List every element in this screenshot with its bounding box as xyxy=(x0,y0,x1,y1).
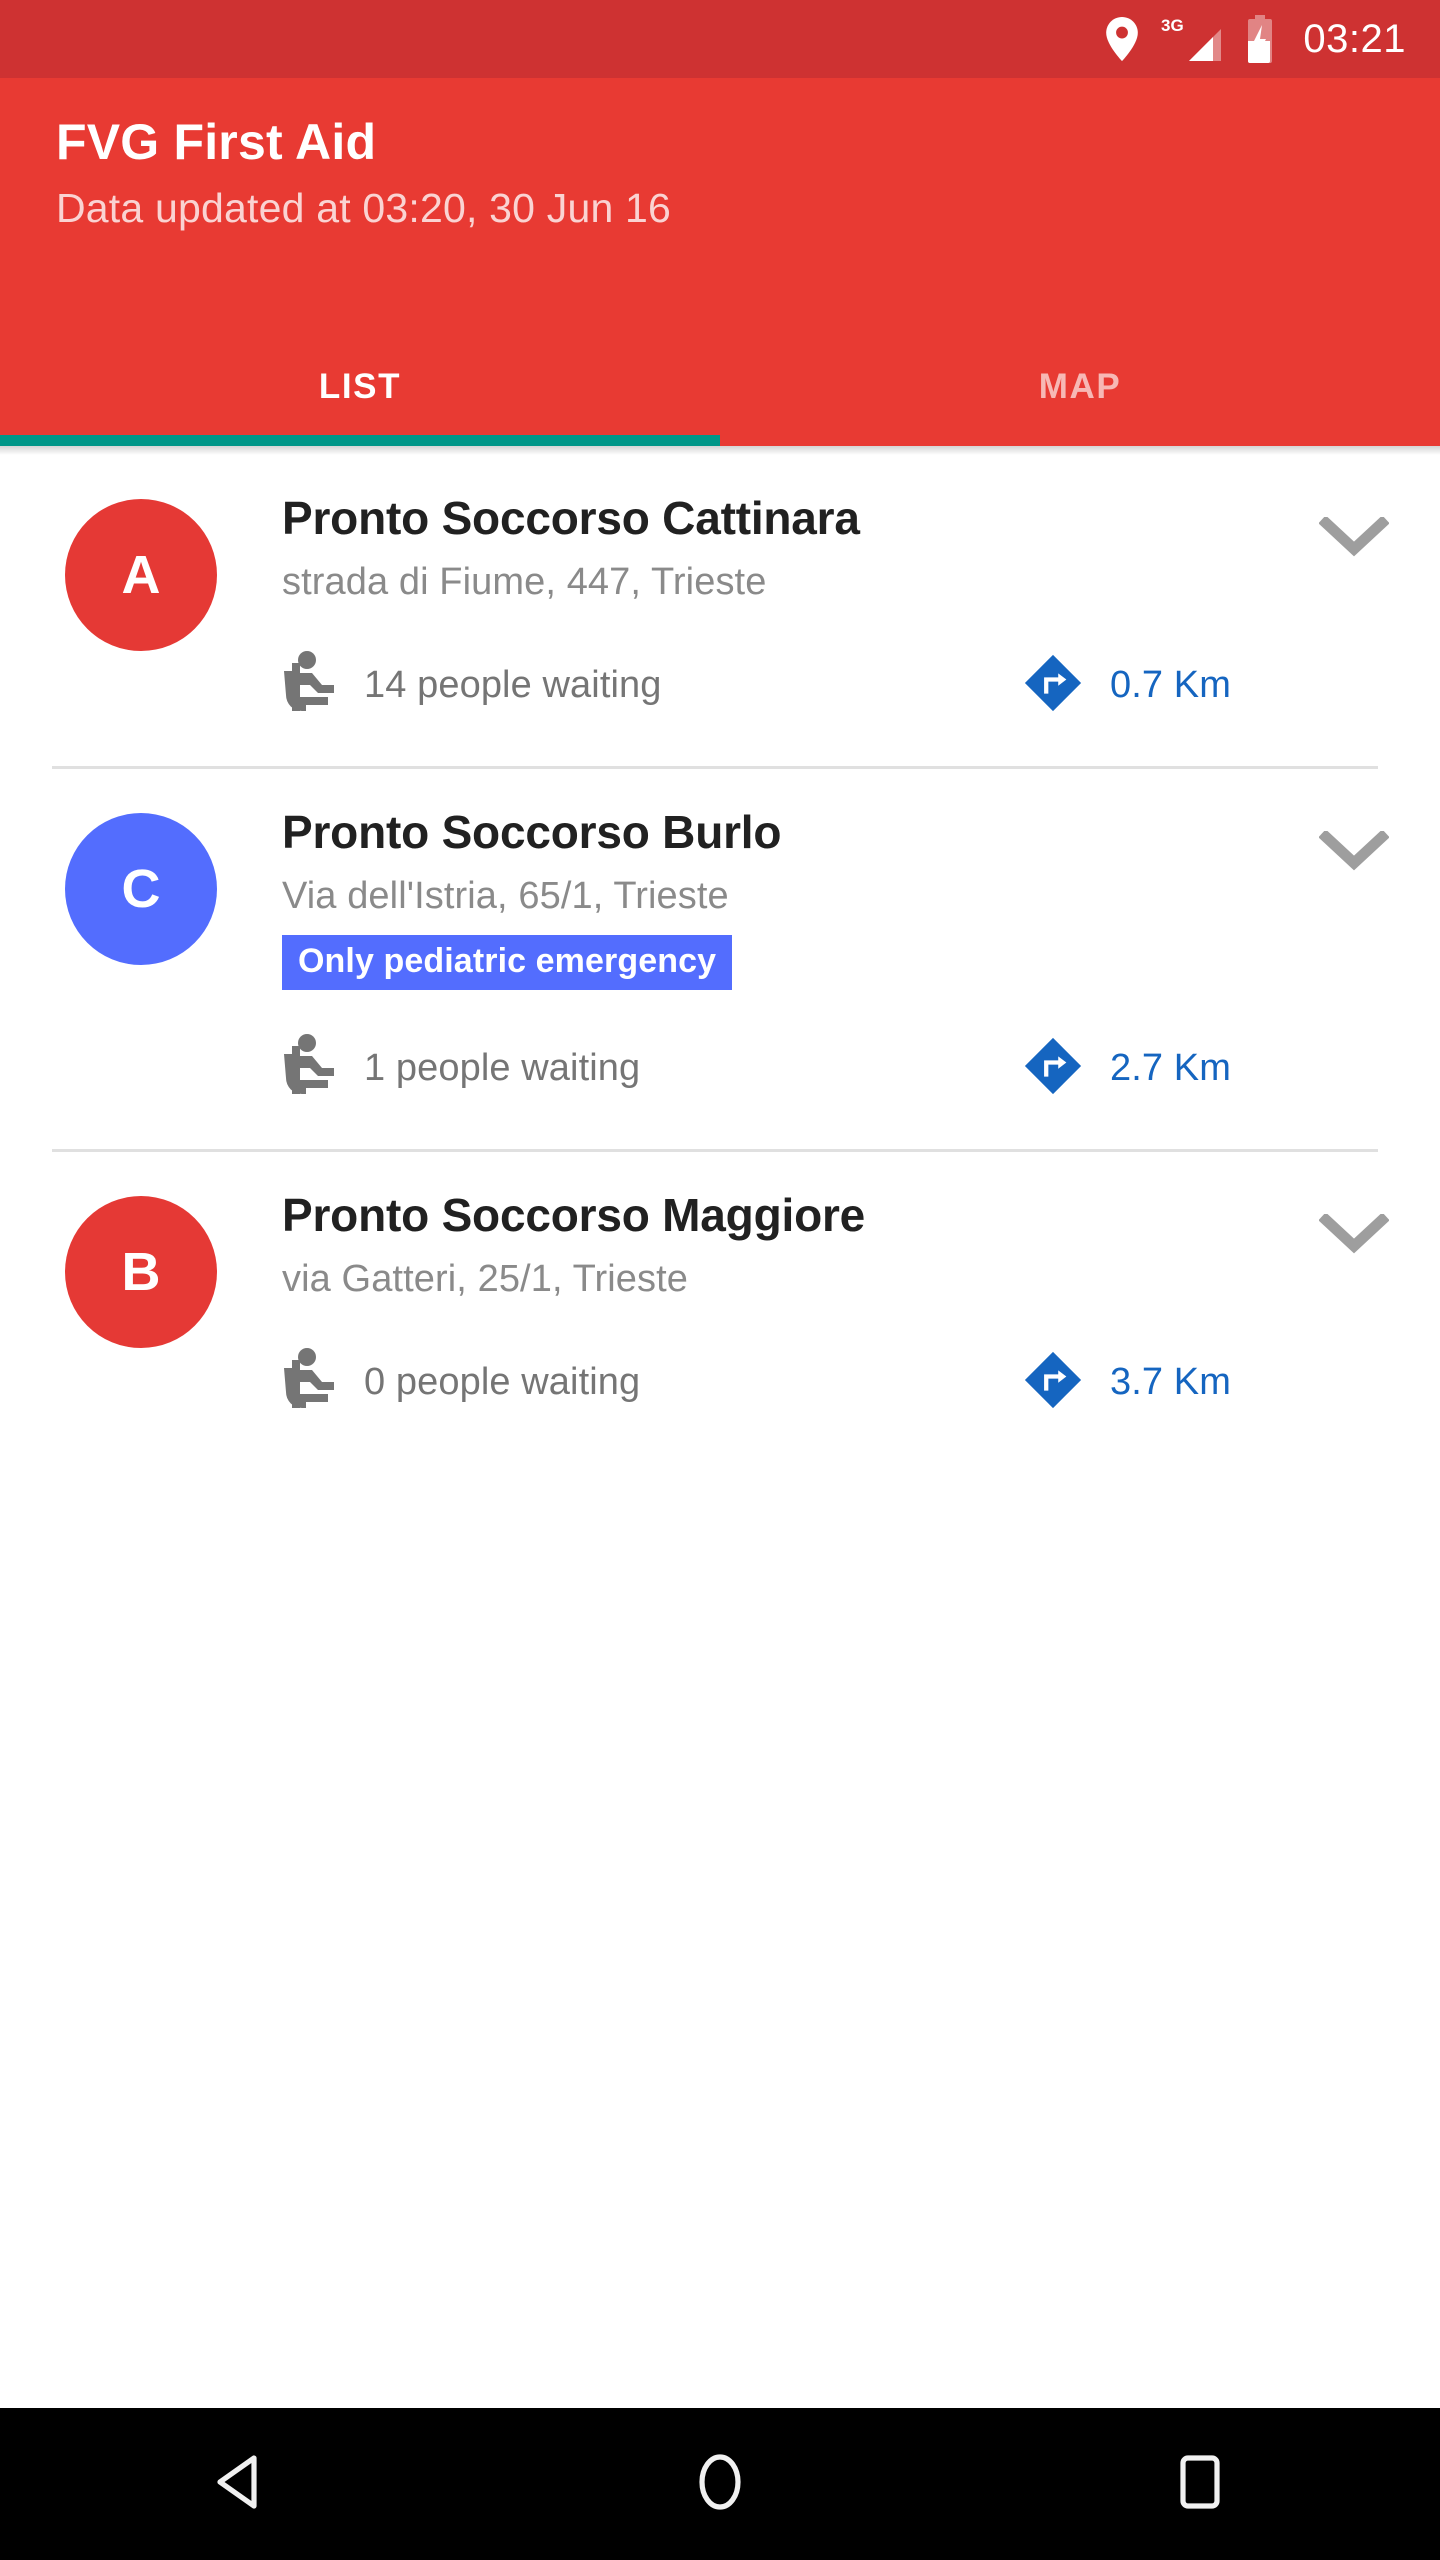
expand-toggle[interactable] xyxy=(1268,455,1440,766)
back-button[interactable] xyxy=(130,2454,350,2515)
location-pin-icon xyxy=(1105,17,1139,61)
directions-diamond-icon xyxy=(1022,1349,1084,1416)
list-item[interactable]: A Pronto Soccorso Cattinara strada di Fi… xyxy=(0,455,1440,766)
facility-meta-row: 0 people waiting 3.7 Km xyxy=(282,1347,1268,1463)
facility-address: strada di Fiume, 447, Trieste xyxy=(282,561,767,604)
distance-group[interactable]: 2.7 Km xyxy=(1022,1035,1231,1102)
facility-name: Pronto Soccorso Cattinara xyxy=(282,492,860,544)
status-badge: Only pediatric emergency xyxy=(282,934,733,991)
waiting-text: 14 people waiting xyxy=(364,663,662,706)
facility-name: Pronto Soccorso Maggiore xyxy=(282,1189,866,1242)
directions-diamond-icon xyxy=(1022,1035,1084,1102)
item-content: Pronto Soccorso Cattinara strada di Fium… xyxy=(282,455,1268,766)
chevron-down-icon xyxy=(1318,1212,1390,1261)
distance-group[interactable]: 3.7 Km xyxy=(1022,1349,1231,1416)
avatar-letter: C xyxy=(121,858,161,919)
facility-meta-row: 14 people waiting 0.7 Km xyxy=(282,650,1268,766)
expand-toggle[interactable] xyxy=(1268,769,1440,1149)
tab-map-label: MAP xyxy=(1038,367,1122,406)
tab-bar: LIST MAP xyxy=(0,328,1440,446)
status-bar: 3G 03:21 xyxy=(0,0,1440,78)
item-content: Pronto Soccorso Burlo Via dell'Istria, 6… xyxy=(282,769,1268,1149)
marker-column: B xyxy=(0,1152,282,1463)
facility-meta-row: 1 people waiting 2.7 Km xyxy=(282,1034,1268,1149)
directions-diamond-icon xyxy=(1022,652,1084,719)
chevron-down-icon xyxy=(1318,829,1390,878)
distance-text: 2.7 Km xyxy=(1110,1047,1231,1090)
tab-list[interactable]: LIST xyxy=(0,328,720,446)
distance-text: 3.7 Km xyxy=(1110,1360,1231,1403)
seated-person-icon xyxy=(282,1034,340,1103)
app-toolbar: FVG First Aid Data updated at 03:20, 30 … xyxy=(0,78,1440,446)
facility-name: Pronto Soccorso Burlo xyxy=(282,805,782,858)
seated-person-icon xyxy=(282,1347,340,1417)
home-button[interactable] xyxy=(610,2453,830,2516)
avatar-letter: A xyxy=(121,545,161,605)
list-item[interactable]: B Pronto Soccorso Maggiore via Gatteri, … xyxy=(0,1152,1440,1463)
marker-column: A xyxy=(0,455,282,766)
tab-map[interactable]: MAP xyxy=(720,328,1440,446)
battery-charging-icon xyxy=(1245,15,1275,63)
distance-group[interactable]: 0.7 Km xyxy=(1022,652,1231,719)
svg-text:3G: 3G xyxy=(1161,16,1184,35)
seated-person-icon xyxy=(282,650,340,720)
recents-square-icon xyxy=(1179,2454,1221,2515)
facility-address: via Gatteri, 25/1, Trieste xyxy=(282,1258,688,1301)
toolbar-text-block: FVG First Aid Data updated at 03:20, 30 … xyxy=(0,78,1440,233)
list-item[interactable]: C Pronto Soccorso Burlo Via dell'Istria,… xyxy=(0,768,1440,1150)
signal-3g-icon: 3G xyxy=(1161,15,1223,63)
marker-column: C xyxy=(0,769,282,1149)
distance-text: 0.7 Km xyxy=(1110,663,1231,706)
avatar: A xyxy=(65,499,217,651)
tab-list-label: LIST xyxy=(318,367,402,406)
item-content: Pronto Soccorso Maggiore via Gatteri, 25… xyxy=(282,1152,1268,1463)
android-nav-bar xyxy=(0,2408,1440,2560)
avatar-letter: B xyxy=(121,1242,161,1303)
recents-button[interactable] xyxy=(1090,2454,1310,2515)
waiting-group: 0 people waiting xyxy=(282,1347,1022,1417)
waiting-text: 0 people waiting xyxy=(364,1360,641,1403)
facility-address: Via dell'Istria, 65/1, Trieste xyxy=(282,875,729,918)
list-top-shadow xyxy=(0,446,1440,455)
data-updated-subtitle: Data updated at 03:20, 30 Jun 16 xyxy=(56,185,672,231)
tab-indicator xyxy=(0,435,720,446)
expand-toggle[interactable] xyxy=(1268,1152,1440,1463)
status-bar-time: 03:21 xyxy=(1303,17,1406,61)
waiting-text: 1 people waiting xyxy=(364,1047,641,1090)
facility-list: A Pronto Soccorso Cattinara strada di Fi… xyxy=(0,446,1440,2408)
home-circle-icon xyxy=(695,2453,745,2516)
avatar: B xyxy=(65,1196,217,1349)
back-triangle-icon xyxy=(214,2454,266,2515)
app-root: 3G 03:21 FVG First Aid Data updated at 0… xyxy=(0,0,1440,2560)
app-title: FVG First Aid xyxy=(56,114,377,170)
avatar: C xyxy=(65,812,217,965)
waiting-group: 14 people waiting xyxy=(282,650,1022,720)
waiting-group: 1 people waiting xyxy=(282,1034,1022,1103)
chevron-down-icon xyxy=(1318,515,1390,564)
